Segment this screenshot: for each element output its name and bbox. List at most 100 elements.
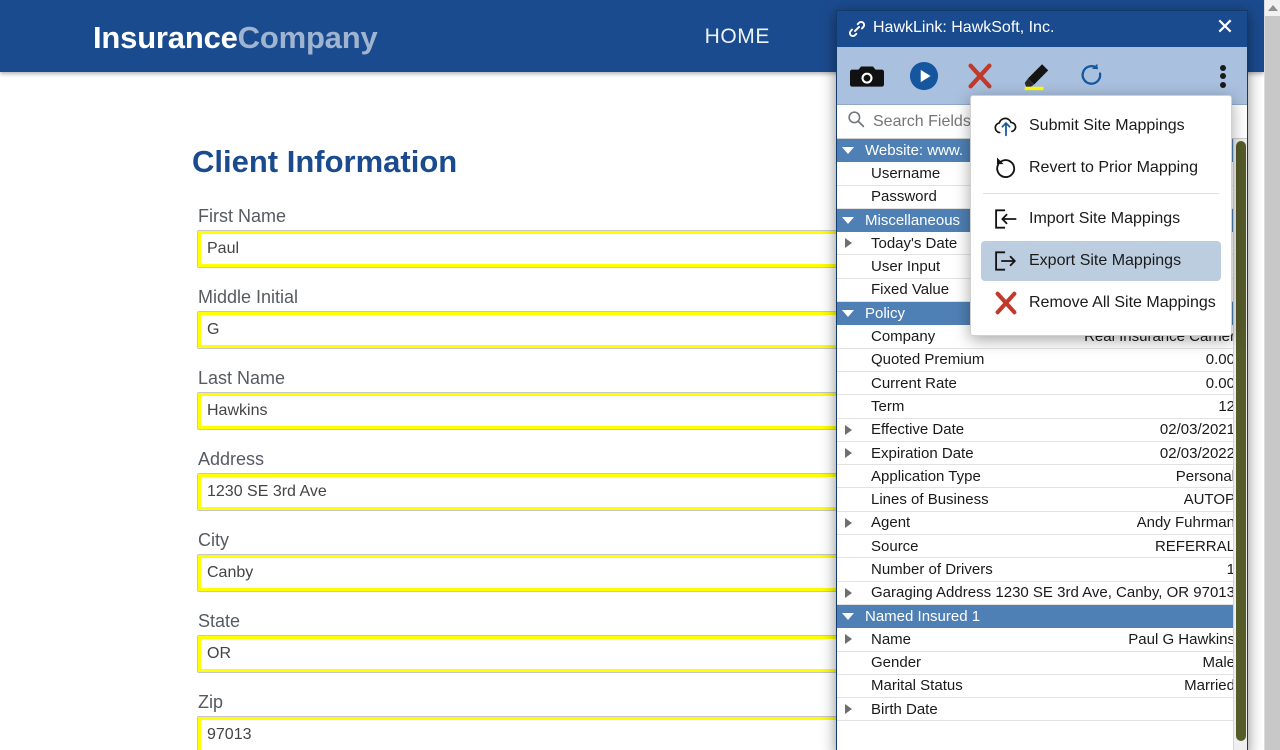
menu-item-revert-to-prior-mapping[interactable]: Revert to Prior Mapping: [981, 148, 1221, 188]
tree-row-value: Paul G Hawkins: [1128, 630, 1235, 648]
chevron-right-icon[interactable]: [837, 704, 859, 715]
input-city[interactable]: [197, 554, 897, 592]
menu-separator: [983, 193, 1219, 194]
tree-field-row[interactable]: Marital Status Married: [837, 675, 1247, 699]
page-title: Client Information: [192, 144, 458, 179]
site-logo[interactable]: InsuranceCompany: [93, 20, 378, 56]
menu-item-label: Export Site Mappings: [1029, 252, 1182, 269]
chevron-down-icon[interactable]: [837, 216, 859, 224]
hawklink-title-text: HawkLink: HawkSoft, Inc.: [873, 19, 1055, 36]
tree-row-label: Fixed Value: [871, 281, 950, 299]
tree-field-row[interactable]: Garaging Address 1230 SE 3rd Ave, Canby, …: [837, 582, 1247, 605]
screen: InsuranceCompany HOME Client Information…: [0, 0, 1280, 750]
export-icon: [989, 250, 1023, 272]
chevron-down-icon[interactable]: [837, 309, 859, 317]
undo-icon: [989, 156, 1023, 180]
label-last-name: Last Name: [198, 368, 286, 388]
tree-row-label: Effective Date: [871, 421, 965, 439]
menu-item-remove-all-site-mappings[interactable]: Remove All Site Mappings: [981, 283, 1221, 323]
tree-field-row[interactable]: Gender Male: [837, 652, 1247, 675]
chevron-right-icon[interactable]: [837, 587, 859, 598]
chevron-right-icon[interactable]: [837, 634, 859, 645]
tree-row-label: Gender: [871, 654, 922, 672]
nav-home-link[interactable]: HOME: [705, 25, 770, 49]
input-first-name[interactable]: [197, 230, 897, 268]
tree-row-label: Lines of Business: [871, 491, 989, 509]
label-city: City: [198, 530, 229, 550]
chevron-right-icon[interactable]: [837, 448, 859, 458]
menu-item-label: Submit Site Mappings: [1029, 117, 1185, 134]
tree-row-label: Named Insured 1: [865, 607, 981, 625]
tree-row-label: Name: [871, 630, 912, 648]
tree-row-label: Marital Status: [871, 677, 963, 695]
menu-item-export-site-mappings[interactable]: Export Site Mappings: [981, 241, 1221, 281]
field-address: Address: [197, 448, 897, 511]
label-zip: Zip: [198, 692, 224, 712]
camera-icon[interactable]: [840, 47, 894, 105]
kebab-dot: [1220, 64, 1226, 71]
input-middle-initial[interactable]: [197, 311, 897, 349]
tree-row-label: Website: www.: [865, 141, 964, 159]
hawklink-titlebar: HawkLink: HawkSoft, Inc. ✕: [837, 11, 1247, 47]
tree-row-label: Quoted Premium: [871, 351, 985, 369]
menu-item-label: Remove All Site Mappings: [1029, 294, 1216, 311]
tree-field-row[interactable]: Quoted Premium 0.00: [837, 349, 1247, 372]
tree-row-label: Policy: [865, 304, 906, 322]
tree-row-label: Birth Date: [871, 700, 938, 718]
hawklink-scrollbar[interactable]: [1233, 139, 1247, 750]
chevron-down-icon[interactable]: [837, 146, 859, 154]
chevron-right-icon[interactable]: [837, 424, 859, 435]
tree-field-row[interactable]: Number of Drivers 1: [837, 558, 1247, 582]
play-icon[interactable]: [897, 47, 951, 105]
tree-row-label: Current Rate: [871, 374, 957, 392]
tree-row-label: Application Type: [871, 467, 981, 485]
tree-row-label: Term: [871, 397, 905, 415]
field-zip: Zip: [197, 691, 897, 750]
hawklink-scrollbar-thumb[interactable]: [1236, 141, 1246, 741]
menu-item-label: Import Site Mappings: [1029, 210, 1181, 227]
tree-field-row[interactable]: Expiration Date 02/03/2022: [837, 442, 1247, 466]
import-icon: [989, 208, 1023, 230]
chevron-down-icon[interactable]: [837, 612, 859, 620]
menu-item-import-site-mappings[interactable]: Import Site Mappings: [981, 199, 1221, 239]
scroll-up-arrow-icon[interactable]: [1268, 5, 1278, 11]
cloud-upload-icon: [989, 115, 1023, 138]
tree-row-value: 1230 SE 3rd Ave, Canby, OR 97013: [995, 584, 1235, 602]
input-zip[interactable]: [197, 716, 897, 750]
kebab-dot: [1220, 73, 1226, 79]
menu-item-submit-site-mappings[interactable]: Submit Site Mappings: [981, 106, 1221, 146]
tree-field-row[interactable]: Agent Andy Fuhrman: [837, 512, 1247, 536]
input-last-name[interactable]: [197, 392, 897, 430]
tree-field-row[interactable]: Term 12: [837, 395, 1247, 419]
site-mappings-menu: Submit Site Mappings Revert to Prior Mapp…: [970, 95, 1232, 336]
tree-field-row[interactable]: Current Rate 0.00: [837, 372, 1247, 396]
input-state[interactable]: [197, 635, 897, 673]
field-middle-initial: Middle Initial: [197, 286, 897, 349]
tree-field-row[interactable]: Name Paul G Hawkins: [837, 628, 1247, 652]
field-first-name: First Name: [197, 205, 897, 268]
close-icon[interactable]: ✕: [1212, 15, 1238, 41]
tree-field-row[interactable]: Effective Date 02/03/2021: [837, 419, 1247, 442]
field-state: State: [197, 610, 897, 673]
label-address: Address: [198, 449, 265, 469]
browser-scrollbar[interactable]: [1264, 0, 1280, 750]
link-icon: [847, 19, 867, 39]
chevron-right-icon[interactable]: [837, 238, 859, 249]
tree-group-row[interactable]: Named Insured 1: [837, 604, 1247, 629]
search-icon: [847, 110, 865, 133]
tree-row-label: Garaging Address: [871, 584, 992, 602]
chevron-right-icon[interactable]: [837, 517, 859, 528]
tree-field-row[interactable]: Source REFERRAL: [837, 535, 1247, 559]
tree-field-row[interactable]: Application Type Personal: [837, 465, 1247, 489]
browser-scrollbar-thumb[interactable]: [1265, 16, 1280, 750]
client-information-form: First Name Middle Initial Last Name Addr…: [197, 205, 897, 750]
field-city: City: [197, 529, 897, 592]
tree-row-label: User Input: [871, 258, 941, 276]
tree-field-row[interactable]: Birth Date: [837, 698, 1247, 722]
brand-primary: Insurance: [93, 20, 238, 55]
tree-field-row[interactable]: Lines of Business AUTOP: [837, 488, 1247, 512]
input-address[interactable]: [197, 473, 897, 511]
tree-row-label: Expiration Date: [871, 444, 974, 462]
tree-row-label: Password: [871, 188, 937, 206]
label-middle-initial: Middle Initial: [198, 287, 299, 307]
